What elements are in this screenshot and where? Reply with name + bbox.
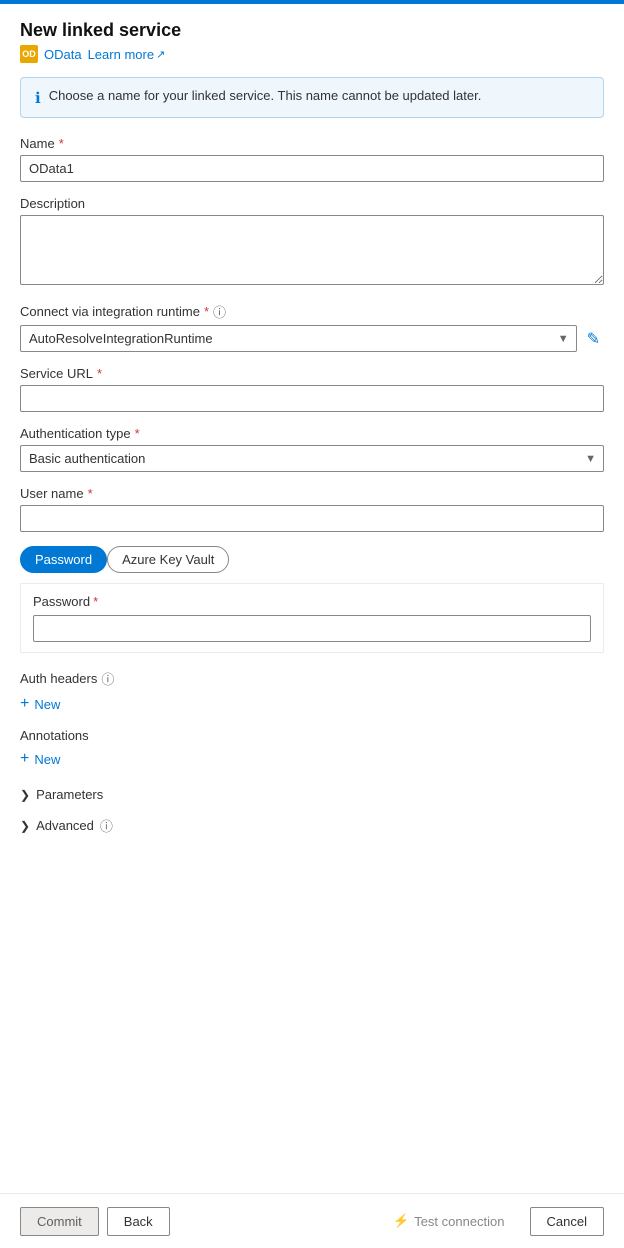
test-connection-label: Test connection (414, 1214, 504, 1229)
auth-headers-add-button[interactable]: + New (20, 694, 60, 714)
advanced-info-icon[interactable]: ⓘ (100, 816, 113, 835)
description-label: Description (20, 196, 604, 211)
info-icon: ℹ (35, 89, 41, 107)
service-url-label: Service URL * (20, 366, 604, 381)
runtime-row: AutoResolveIntegrationRuntime ▼ ✎ (20, 325, 604, 352)
service-url-form-group: Service URL * (20, 366, 604, 412)
subtitle-row: OD OData Learn more ↗ (20, 45, 604, 63)
service-type-label: OData (44, 47, 82, 62)
password-tabs: Password Azure Key Vault (20, 546, 604, 573)
commit-button[interactable]: Commit (20, 1207, 99, 1236)
runtime-label: Connect via integration runtime * ⓘ (20, 302, 604, 321)
password-input[interactable] (33, 615, 591, 642)
runtime-info-icon[interactable]: ⓘ (213, 302, 226, 321)
password-field-label: Password * (33, 594, 591, 609)
parameters-chevron-icon: ❯ (20, 788, 30, 802)
annotations-label: Annotations (20, 728, 604, 743)
service-url-required: * (97, 366, 102, 381)
username-form-group: User name * (20, 486, 604, 532)
name-form-group: Name * (20, 136, 604, 182)
advanced-section[interactable]: ❯ Advanced ⓘ (20, 812, 604, 839)
password-section: Password * (20, 583, 604, 653)
learn-more-link[interactable]: Learn more ↗ (88, 47, 166, 62)
page-title: New linked service (20, 20, 604, 41)
runtime-required: * (204, 304, 209, 319)
test-connection-icon: ⚡ (393, 1213, 409, 1229)
test-connection-button[interactable]: ⚡ Test connection (376, 1206, 522, 1236)
auth-type-label: Authentication type * (20, 426, 604, 441)
description-input[interactable] (20, 215, 604, 285)
runtime-form-group: Connect via integration runtime * ⓘ Auto… (20, 302, 604, 352)
cancel-button[interactable]: Cancel (530, 1207, 604, 1236)
external-link-icon: ↗ (156, 48, 165, 61)
annotations-group: Annotations + New (20, 728, 604, 769)
parameters-label: Parameters (36, 787, 103, 802)
annotations-add-button[interactable]: + New (20, 749, 60, 769)
info-banner-text: Choose a name for your linked service. T… (49, 88, 482, 103)
advanced-label: Advanced (36, 818, 94, 833)
auth-headers-add-icon: + (20, 696, 29, 712)
name-label: Name * (20, 136, 604, 151)
auth-headers-label: Auth headers ⓘ (20, 669, 604, 688)
info-banner: ℹ Choose a name for your linked service.… (20, 77, 604, 118)
service-url-input[interactable] (20, 385, 604, 412)
advanced-chevron-icon: ❯ (20, 819, 30, 833)
auth-headers-group: Auth headers ⓘ + New (20, 669, 604, 714)
auth-type-required: * (135, 426, 140, 441)
back-button[interactable]: Back (107, 1207, 170, 1236)
azure-key-vault-tab[interactable]: Azure Key Vault (107, 546, 229, 573)
annotations-add-icon: + (20, 751, 29, 767)
runtime-select-wrapper: AutoResolveIntegrationRuntime ▼ (20, 325, 577, 352)
runtime-select[interactable]: AutoResolveIntegrationRuntime (20, 325, 577, 352)
auth-headers-info-icon[interactable]: ⓘ (101, 669, 114, 688)
username-input[interactable] (20, 505, 604, 532)
auth-type-select[interactable]: Basic authentication Anonymous (20, 445, 604, 472)
odata-icon: OD (20, 45, 38, 63)
password-tab[interactable]: Password (20, 546, 107, 573)
learn-more-text: Learn more (88, 47, 154, 62)
username-label: User name * (20, 486, 604, 501)
name-input[interactable] (20, 155, 604, 182)
runtime-edit-button[interactable]: ✎ (583, 327, 604, 351)
description-form-group: Description (20, 196, 604, 288)
name-required: * (59, 136, 64, 151)
password-required: * (93, 594, 98, 609)
parameters-section[interactable]: ❯ Parameters (20, 783, 604, 806)
auth-type-select-wrapper: Basic authentication Anonymous ▼ (20, 445, 604, 472)
username-required: * (88, 486, 93, 501)
footer-bar: Commit Back ⚡ Test connection Cancel (0, 1193, 624, 1248)
auth-type-form-group: Authentication type * Basic authenticati… (20, 426, 604, 472)
